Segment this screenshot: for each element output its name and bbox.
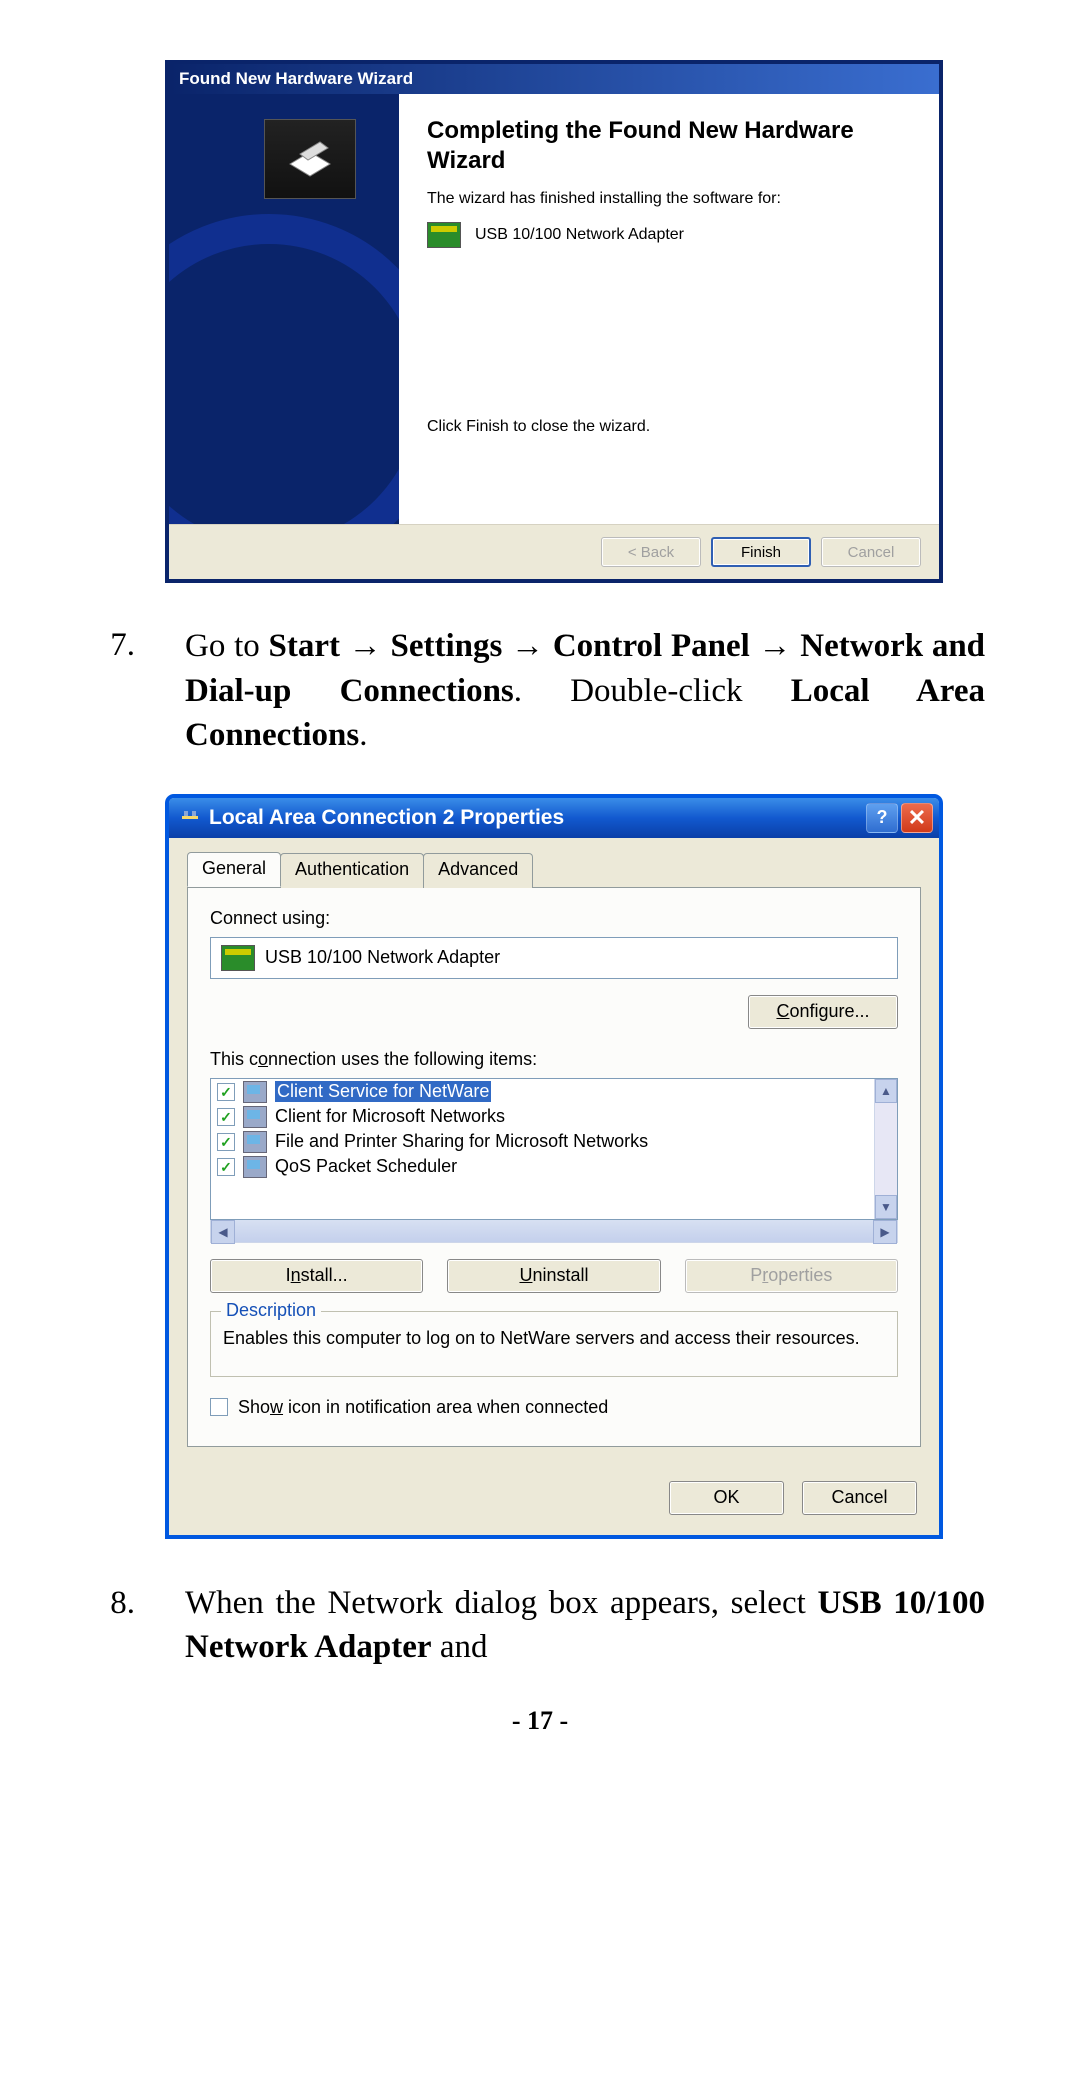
list-item[interactable]: ✓ Client Service for NetWare: [211, 1079, 874, 1104]
service-icon: [243, 1156, 267, 1178]
tab-advanced[interactable]: Advanced: [423, 853, 533, 888]
tab-general[interactable]: General: [187, 852, 281, 887]
step-text: When the Network dialog box appears, sel…: [185, 1581, 985, 1670]
list-item[interactable]: ✓ QoS Packet Scheduler: [211, 1154, 874, 1179]
props-titlebar: Local Area Connection 2 Properties ? ✕: [169, 798, 939, 838]
scroll-left-icon[interactable]: ◀: [211, 1220, 235, 1244]
item-label: Client Service for NetWare: [275, 1081, 491, 1102]
show-icon-label: Show icon in notification area when conn…: [238, 1397, 608, 1418]
list-item[interactable]: ✓ Client for Microsoft Networks: [211, 1104, 874, 1129]
configure-button[interactable]: Configure...: [748, 995, 898, 1029]
tab-authentication[interactable]: Authentication: [280, 853, 424, 888]
scroll-down-icon[interactable]: ▼: [875, 1195, 897, 1219]
properties-button: Properties: [685, 1259, 898, 1293]
client-service-icon: [243, 1106, 267, 1128]
checkbox-icon[interactable]: ✓: [217, 1108, 235, 1126]
scroll-up-icon[interactable]: ▲: [875, 1079, 897, 1103]
item-label: File and Printer Sharing for Microsoft N…: [275, 1131, 648, 1152]
page-number: - 17 -: [95, 1706, 985, 1736]
wizard-heading: Completing the Found New Hardware Wizard: [427, 116, 911, 176]
checkbox-icon[interactable]: ✓: [217, 1133, 235, 1151]
network-adapter-icon: [221, 945, 255, 971]
adapter-field: USB 10/100 Network Adapter: [210, 937, 898, 979]
wizard-sidebar: [169, 94, 399, 524]
wizard-closing-text: Click Finish to close the wizard.: [427, 418, 650, 436]
wizard-device-name: USB 10/100 Network Adapter: [475, 226, 684, 244]
cancel-button[interactable]: Cancel: [802, 1481, 917, 1515]
description-legend: Description: [221, 1300, 321, 1321]
list-item[interactable]: ✓ File and Printer Sharing for Microsoft…: [211, 1129, 874, 1154]
cancel-button: Cancel: [821, 537, 921, 567]
checkbox-icon[interactable]: ✓: [217, 1083, 235, 1101]
instruction-step-8: 8. When the Network dialog box appears, …: [95, 1581, 985, 1670]
wizard-subtext: The wizard has finished installing the s…: [427, 190, 911, 208]
description-text: Enables this computer to log on to NetWa…: [223, 1320, 885, 1350]
checkbox-icon[interactable]: [210, 1398, 228, 1416]
back-button: < Back: [601, 537, 701, 567]
items-label: This connection uses the following items…: [210, 1049, 898, 1070]
checkbox-icon[interactable]: ✓: [217, 1158, 235, 1176]
item-label: Client for Microsoft Networks: [275, 1106, 505, 1127]
step-number: 7.: [95, 623, 135, 758]
item-label: QoS Packet Scheduler: [275, 1156, 457, 1177]
items-list[interactable]: ✓ Client Service for NetWare ✓ Client fo…: [210, 1078, 898, 1220]
show-icon-checkbox-row[interactable]: Show icon in notification area when conn…: [210, 1397, 898, 1418]
network-adapter-icon: [427, 222, 461, 248]
hardware-icon: [264, 119, 356, 199]
finish-button[interactable]: Finish: [711, 537, 811, 567]
vertical-scrollbar[interactable]: ▲ ▼: [874, 1079, 897, 1219]
install-button[interactable]: Install...: [210, 1259, 423, 1293]
ok-button[interactable]: OK: [669, 1481, 784, 1515]
description-fieldset: Description Enables this computer to log…: [210, 1311, 898, 1377]
help-button[interactable]: ?: [866, 803, 898, 833]
scroll-right-icon[interactable]: ▶: [873, 1220, 897, 1244]
instruction-step-7: 7. Go to Start → Settings → Control Pane…: [95, 623, 985, 758]
step-number: 8.: [95, 1581, 135, 1670]
found-new-hardware-wizard: Found New Hardware Wizard Completing the…: [165, 60, 943, 583]
client-service-icon: [243, 1081, 267, 1103]
adapter-name: USB 10/100 Network Adapter: [265, 947, 500, 968]
step-text: Go to Start → Settings → Control Panel →…: [185, 623, 985, 758]
tabs: General Authentication Advanced: [187, 852, 921, 888]
connect-using-label: Connect using:: [210, 908, 898, 929]
connection-icon: [179, 807, 201, 829]
uninstall-button[interactable]: Uninstall: [447, 1259, 660, 1293]
props-title: Local Area Connection 2 Properties: [209, 806, 564, 830]
local-area-connection-properties: Local Area Connection 2 Properties ? ✕ G…: [165, 794, 943, 1539]
service-icon: [243, 1131, 267, 1153]
close-button[interactable]: ✕: [901, 803, 933, 833]
wizard-titlebar: Found New Hardware Wizard: [169, 64, 939, 94]
horizontal-scrollbar[interactable]: ◀ ▶: [210, 1220, 898, 1243]
